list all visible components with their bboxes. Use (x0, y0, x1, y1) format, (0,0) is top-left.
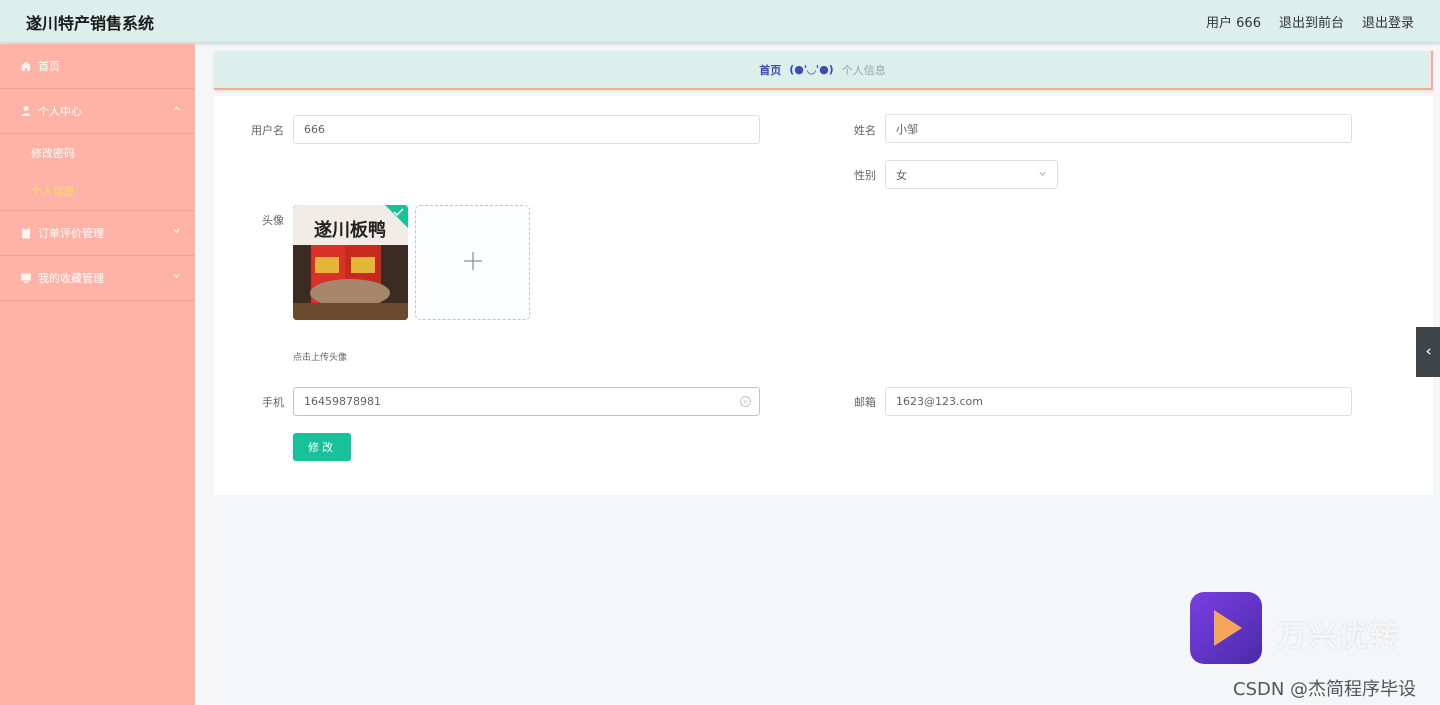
submenu-label: 个人信息 (31, 185, 75, 198)
chevron-down-icon (172, 271, 181, 283)
avatar-label: 头像 (262, 214, 284, 227)
sidebar-item-personal-center[interactable]: 个人中心 (0, 89, 195, 134)
sidebar-item-label: 个人中心 (38, 105, 82, 118)
sidebar-item-personal-info[interactable]: 个人信息 (0, 172, 195, 210)
back-to-front-link[interactable]: 退出到前台 (1279, 12, 1344, 31)
sidebar-item-label: 订单评价管理 (38, 227, 104, 240)
username-value: 666 (304, 123, 325, 136)
current-user: 用户 666 (1206, 16, 1261, 31)
submit-button[interactable]: 修改 (293, 433, 351, 461)
breadcrumb-current: 个人信息 (841, 63, 886, 77)
email-value: 1623@123.com (896, 395, 983, 408)
phone-label: 手机 (262, 396, 284, 409)
email-field[interactable]: 1623@123.com (885, 387, 1352, 416)
avatar-image[interactable]: 遂川板鸭 (293, 205, 408, 320)
plus-icon (462, 250, 484, 276)
avatar-image-text: 遂川板鸭 (314, 219, 386, 241)
breadcrumb-separator: (●'◡'●) (789, 63, 834, 76)
sidebar-item-label: 首页 (38, 60, 60, 73)
chevron-down-icon (1038, 169, 1047, 181)
name-label: 姓名 (854, 124, 876, 137)
sidebar-item-order-review[interactable]: 订单评价管理 (0, 211, 195, 256)
collapse-tab[interactable] (1416, 327, 1440, 377)
personal-center-submenu: 修改密码 个人信息 (0, 134, 195, 211)
gender-label: 性别 (854, 169, 876, 182)
app-title: 遂川特产销售系统 (26, 14, 155, 33)
breadcrumb-home[interactable]: 首页 (759, 62, 781, 78)
top-bar: 遂川特产销售系统 用户 666 退出到前台 退出登录 (0, 0, 1440, 43)
monitor-icon (20, 272, 32, 284)
home-icon (20, 60, 32, 72)
sidebar: 首页 个人中心 修改密码 个人信息 订单评价管理 我的收藏管理 (0, 44, 195, 705)
submenu-label: 修改密码 (31, 147, 75, 160)
username-label: 用户名 (251, 124, 284, 137)
clear-icon[interactable]: × (740, 396, 751, 407)
username-field[interactable]: 666 (293, 115, 760, 144)
chevron-left-icon (1424, 345, 1433, 359)
watermark-csdn: CSDN @杰简程序毕设 (1233, 679, 1417, 700)
phone-value: 16459878981 (304, 395, 381, 408)
sidebar-item-home[interactable]: 首页 (0, 44, 195, 89)
email-label: 邮箱 (854, 396, 876, 409)
chevron-down-icon (172, 226, 181, 238)
header-actions: 用户 666 退出到前台 退出登录 (1206, 12, 1414, 31)
name-field[interactable]: 小邹 (885, 114, 1352, 143)
gender-value: 女 (896, 168, 907, 182)
gender-select[interactable]: 女 (885, 160, 1058, 189)
phone-field[interactable]: 16459878981 × (293, 387, 760, 416)
clipboard-icon (20, 227, 32, 239)
breadcrumb: 首页 (●'◡'●) 个人信息 (214, 51, 1433, 90)
logout-link[interactable]: 退出登录 (1362, 12, 1414, 31)
sidebar-item-change-password[interactable]: 修改密码 (0, 134, 195, 172)
play-icon (1214, 610, 1242, 646)
avatar-picture: 遂川板鸭 (293, 205, 408, 320)
user-icon (20, 105, 32, 117)
sidebar-item-favorites[interactable]: 我的收藏管理 (0, 256, 195, 301)
watermark-brand: 万兴优转 (1276, 619, 1400, 654)
chevron-up-icon (172, 104, 181, 116)
avatar-upload-button[interactable] (415, 205, 530, 320)
watermark-logo (1190, 592, 1262, 664)
name-value: 小邹 (896, 122, 918, 136)
sidebar-item-label: 我的收藏管理 (38, 272, 104, 285)
upload-tip: 点击上传头像 (293, 353, 348, 363)
profile-form-panel: 用户名 666 姓名 小邹 性别 女 头像 遂川板鸭 点击上传头像 手机 164… (214, 96, 1433, 495)
